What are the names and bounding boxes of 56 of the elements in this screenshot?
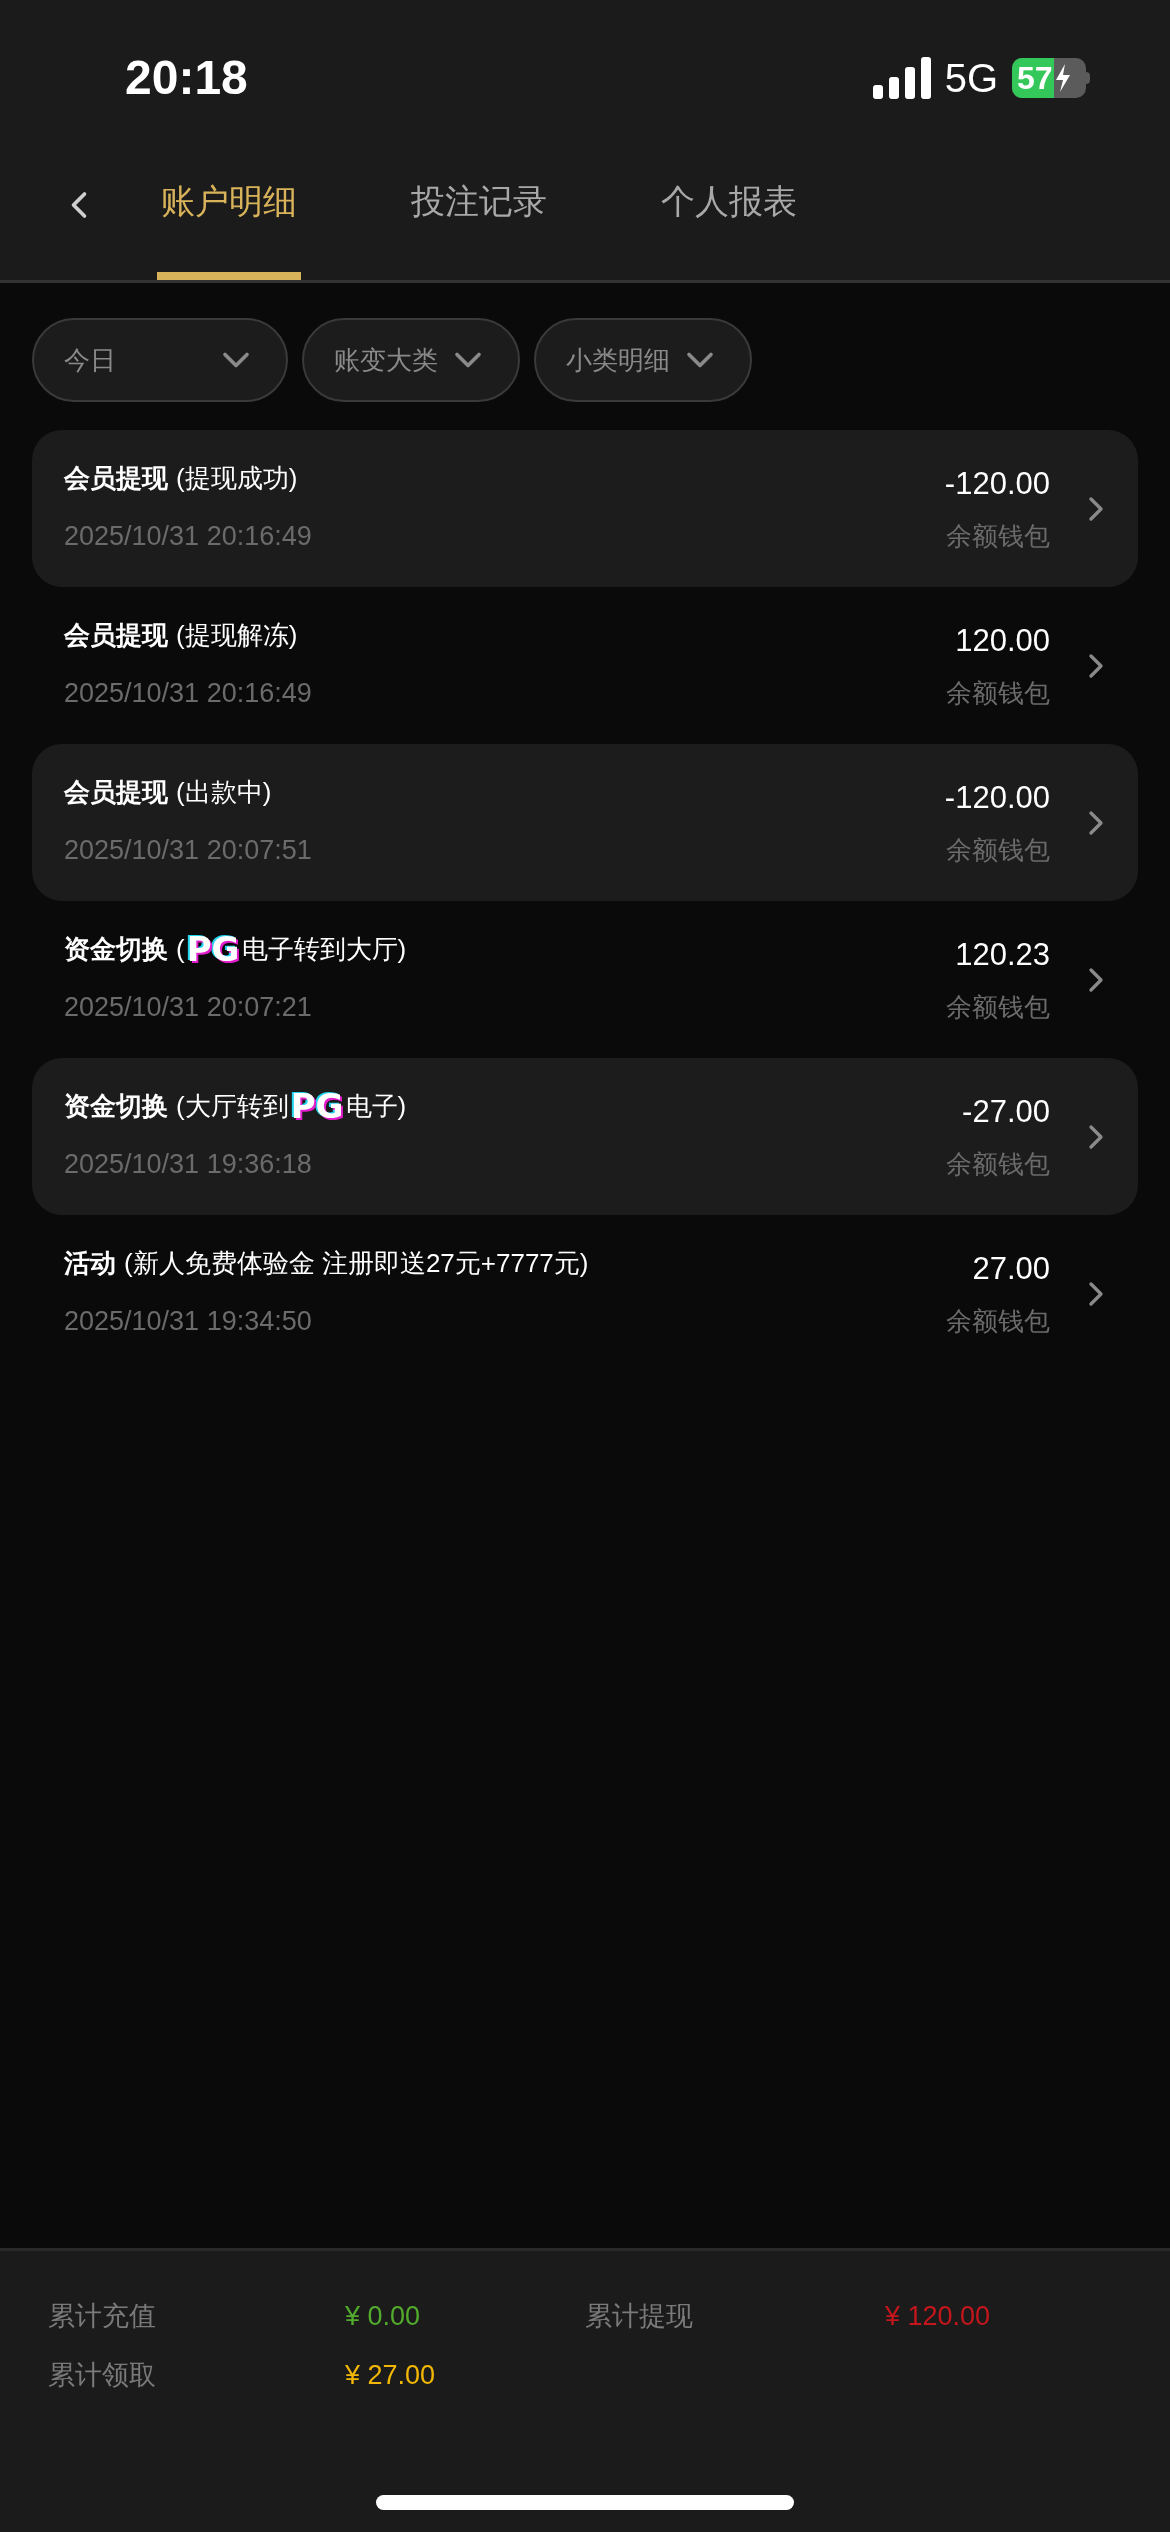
summary-label: 累计充值 — [48, 2300, 157, 2333]
record-row[interactable]: 资金切换 (PG 电子转到大厅) 2025/10/31 20:07:21 120.23 余额钱包 — [32, 901, 1138, 1058]
filter-dropdown[interactable]: 今日 — [32, 318, 288, 402]
record-time: 2025/10/31 20:16:49 — [64, 677, 313, 711]
record-card[interactable]: 会员提现 (出款中) 2025/10/31 20:07:51 -120.00 余额钱包 — [32, 744, 1138, 901]
record-amount: 120.00 — [955, 621, 1050, 660]
filter-dropdown[interactable]: 账变大类 — [302, 318, 520, 402]
tab[interactable]: 账户明细 — [157, 150, 301, 280]
record-card[interactable]: 会员提现 (提现成功) 2025/10/31 20:16:49 -120.00 余额钱包 — [32, 430, 1138, 587]
record-detail: 电子) — [345, 1089, 407, 1123]
signal-icon — [872, 56, 931, 99]
record-detail: (提现成功) — [176, 461, 298, 495]
record-category: 资金切换 — [64, 932, 168, 966]
wallet-label: 余额钱包 — [946, 520, 1050, 554]
record-amount: 27.00 — [972, 1249, 1050, 1288]
record-category: 会员提现 — [64, 461, 168, 495]
record-time: 2025/10/31 19:34:50 — [64, 1305, 313, 1339]
wallet-label: 余额钱包 — [946, 1148, 1050, 1182]
record-card[interactable]: 资金切换 (大厅转到 PG 电子) 2025/10/31 19:36:18 -27.00 余额钱包 — [32, 1058, 1138, 1215]
summary-value: ¥ 0.00 — [345, 2300, 422, 2333]
record-detail: ( — [176, 932, 185, 966]
wallet-label: 余额钱包 — [946, 677, 1050, 711]
record-time: 2025/10/31 20:07:21 — [64, 991, 313, 1025]
record-time: 2025/10/31 20:07:51 — [64, 834, 313, 868]
summary-label: 累计提现 — [585, 2300, 694, 2333]
record-row[interactable]: 活动 (新人免费体验金 注册即送27元+7777元) 2025/10/31 19:34:50 27.00 余额钱包 — [32, 1215, 1138, 1372]
record-detail: (新人免费体验金 注册即送27元+7777元) — [124, 1246, 589, 1280]
pg-logo: PG — [185, 932, 241, 967]
record-amount: -27.00 — [962, 1092, 1050, 1131]
network-label: 5G — [944, 54, 998, 102]
record-time: 2025/10/31 19:36:18 — [64, 1148, 313, 1182]
summary-value: ¥ 120.00 — [885, 2300, 992, 2333]
status-time: 20:18 — [125, 49, 248, 106]
record-category: 资金切换 — [64, 1089, 168, 1123]
wallet-label: 余额钱包 — [946, 834, 1050, 868]
filter-dropdown[interactable]: 小类明细 — [534, 318, 752, 402]
summary-value: ¥ 27.00 — [345, 2358, 437, 2392]
record-detail: (大厅转到 — [176, 1089, 289, 1123]
tab[interactable]: 投注记录 — [407, 150, 551, 280]
wallet-label: 余额钱包 — [946, 1305, 1050, 1339]
record-detail: 电子转到大厅) — [241, 932, 407, 966]
record-time: 2025/10/31 20:16:49 — [64, 520, 313, 554]
record-category: 会员提现 — [64, 618, 168, 652]
summary-label: 累计领取 — [48, 2358, 157, 2392]
record-detail: (提现解冻) — [176, 618, 298, 652]
pg-logo: PG — [289, 1089, 345, 1124]
record-detail: (出款中) — [176, 775, 272, 809]
record-amount: -120.00 — [944, 464, 1050, 503]
record-category: 会员提现 — [64, 775, 168, 809]
tab[interactable]: 个人报表 — [657, 150, 801, 280]
record-row[interactable]: 会员提现 (提现解冻) 2025/10/31 20:16:49 120.00 余额钱包 — [32, 587, 1138, 744]
record-category: 活动 — [64, 1246, 116, 1280]
battery-percent: 57 — [1012, 57, 1054, 98]
wallet-label: 余额钱包 — [946, 991, 1050, 1025]
record-amount: -120.00 — [944, 778, 1050, 817]
record-amount: 120.23 — [955, 935, 1050, 974]
